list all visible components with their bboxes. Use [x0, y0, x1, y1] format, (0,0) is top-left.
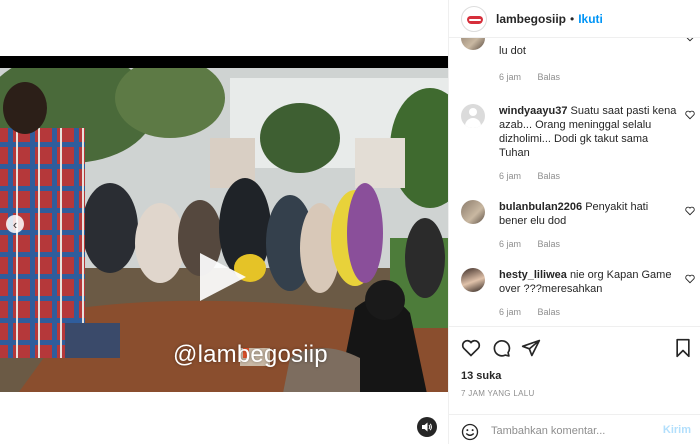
post-header: lambegosiip • Ikuti — [449, 0, 700, 38]
post-timestamp: 7 JAM YANG LALU — [461, 389, 535, 398]
list-item: bulanbulan2206 Penyakit hati bener elu d… — [461, 200, 695, 250]
heart-icon[interactable] — [685, 274, 695, 284]
share-icon[interactable] — [521, 338, 541, 358]
comment-input[interactable] — [491, 422, 651, 440]
reply-button[interactable]: Balas — [538, 307, 561, 317]
comment-text: windyaayu37 Suatu saat pasti kena azab..… — [499, 105, 677, 159]
send-button[interactable]: Kirim — [663, 424, 691, 436]
comment-time: 6 jam — [499, 239, 522, 249]
post-username[interactable]: lambegosiip — [496, 12, 566, 26]
avatar[interactable] — [461, 38, 485, 50]
heart-icon[interactable] — [685, 110, 695, 120]
comment-meta: 6 jam Balas — [499, 72, 574, 82]
comment-username[interactable]: windyaayu37 — [499, 105, 567, 117]
bookmark-icon[interactable] — [673, 338, 693, 358]
avatar[interactable] — [461, 200, 485, 224]
avatar[interactable] — [461, 104, 485, 128]
avatar[interactable] — [461, 5, 487, 32]
comment-text: hesty_liliwea nie org Kapan Game over ??… — [499, 269, 672, 295]
like-count[interactable]: 13 suka — [461, 370, 501, 382]
list-item: hesty_liliwea nie org Kapan Game over ??… — [461, 268, 695, 318]
reply-button[interactable]: Balas — [538, 171, 561, 181]
comment-time: 6 jam — [499, 171, 522, 181]
list-item: windyaayu37 Suatu saat pasti kena azab..… — [461, 104, 695, 184]
post-media: @lambegosiip ‹ — [0, 0, 448, 444]
follow-button[interactable]: Ikuti — [578, 12, 603, 26]
comment-list[interactable]: lu dot 6 jam Balas windyaayu37 Suatu saa… — [449, 38, 700, 326]
post-actions — [461, 338, 693, 360]
chevron-left-icon[interactable]: ‹ — [6, 215, 24, 233]
comment-form: Kirim — [449, 414, 700, 444]
list-item: lu dot 6 jam Balas — [461, 38, 695, 82]
reply-button[interactable]: Balas — [538, 239, 561, 249]
post-details-panel: lambegosiip • Ikuti lu dot 6 jam Balas w… — [448, 0, 700, 444]
heart-icon[interactable] — [685, 38, 695, 42]
comment-time: 6 jam — [499, 307, 522, 317]
comment-meta: 6 jam Balas — [499, 239, 574, 249]
comment-username[interactable]: bulanbulan2206 — [499, 201, 582, 213]
emoji-icon[interactable] — [461, 423, 479, 441]
comment-username[interactable]: hesty_liliwea — [499, 269, 567, 281]
divider — [449, 326, 700, 327]
comment-meta: 6 jam Balas — [499, 307, 574, 317]
heart-icon[interactable] — [461, 338, 481, 358]
avatar[interactable] — [461, 268, 485, 292]
comment-meta: 6 jam Balas — [499, 171, 574, 181]
comment-text: bulanbulan2206 Penyakit hati bener elu d… — [499, 201, 649, 227]
play-icon[interactable] — [200, 253, 246, 301]
video-watermark: @lambegosiip — [173, 341, 328, 368]
comment-text: lu dot — [499, 45, 526, 57]
comment-icon[interactable] — [491, 338, 511, 358]
separator-dot: • — [570, 11, 575, 26]
video-player[interactable]: @lambegosiip — [0, 56, 448, 392]
comment-time: 6 jam — [499, 72, 522, 82]
heart-icon[interactable] — [685, 206, 695, 216]
speaker-icon[interactable] — [417, 417, 437, 437]
reply-button[interactable]: Balas — [538, 72, 561, 82]
